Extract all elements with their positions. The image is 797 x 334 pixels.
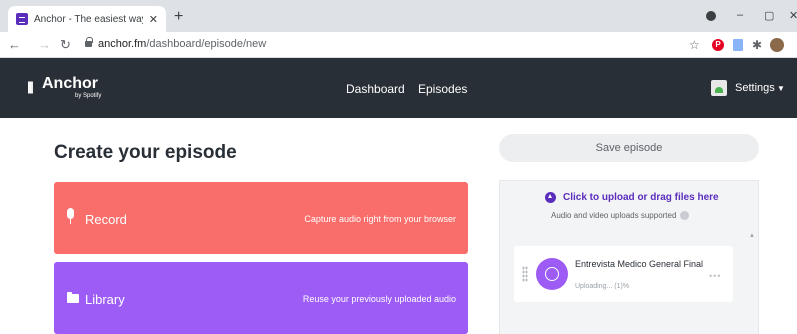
reload-icon[interactable]: ↻ — [60, 37, 71, 53]
library-description: Reuse your previously uploaded audio — [302, 294, 456, 304]
profile-icon[interactable] — [706, 11, 716, 21]
record-card[interactable]: Record Capture audio right from your bro… — [54, 182, 468, 254]
podcast-avatar[interactable] — [711, 80, 727, 96]
pinterest-icon[interactable]: P — [712, 39, 724, 51]
close-tab-icon[interactable]: ✕ — [149, 13, 158, 26]
upload-support-note: Audio and video uploads supported — [551, 211, 690, 220]
window-close-icon[interactable]: ✕ — [789, 9, 797, 22]
upload-link[interactable]: Click to upload or drag files here — [545, 192, 719, 203]
upload-item-status: Uploading... (1)% — [575, 283, 630, 290]
library-label: Library — [85, 292, 125, 307]
logo-byline: by Spotify — [75, 93, 102, 99]
more-options-icon[interactable]: ••• — [709, 271, 721, 281]
upload-arrow-icon — [545, 192, 556, 203]
extensions-icon[interactable]: ✱ — [752, 38, 762, 52]
nav-dashboard[interactable]: Dashboard — [346, 82, 405, 96]
record-description: Capture audio right from your browser — [304, 214, 456, 224]
minimize-icon[interactable]: – — [737, 9, 743, 21]
page-title: Create your episode — [54, 142, 237, 163]
microphone-icon — [67, 208, 75, 224]
upload-item-title: Entrevista Medico General Final — [575, 259, 704, 269]
lock-icon — [85, 37, 93, 47]
user-avatar-icon[interactable] — [770, 38, 784, 52]
upload-link-text: Click to upload or drag files here — [563, 192, 719, 203]
record-label: Record — [85, 212, 127, 227]
info-icon[interactable] — [680, 211, 690, 220]
tab-title: Anchor - The easiest way to mak — [34, 13, 143, 25]
drag-handle-icon[interactable] — [522, 266, 528, 282]
browser-tab-bar: Anchor - The easiest way to mak ✕ + – ▢ … — [0, 0, 797, 32]
url-host: anchor.fm — [98, 38, 147, 50]
browser-tab[interactable]: Anchor - The easiest way to mak ✕ — [8, 6, 166, 32]
address-bar: ← → ↻ anchor.fm/dashboard/episode/new ☆ … — [0, 32, 797, 58]
nav-episodes[interactable]: Episodes — [418, 82, 467, 96]
anchor-favicon-icon — [16, 13, 28, 25]
library-card[interactable]: Library Reuse your previously uploaded a… — [54, 262, 468, 334]
maximize-icon[interactable]: ▢ — [764, 9, 774, 22]
save-episode-button[interactable]: Save episode — [499, 134, 759, 162]
upload-support-text: Audio and video uploads supported — [551, 211, 677, 220]
upload-progress-icon — [536, 258, 568, 290]
caret-down-icon[interactable]: ▼ — [777, 84, 785, 93]
logo-name: Anchor — [42, 75, 98, 92]
url-path: /dashboard/episode/new — [146, 38, 267, 50]
settings-menu[interactable]: Settings — [735, 82, 775, 94]
anchor-wave-icon: ||| — [27, 79, 34, 94]
url-field[interactable]: anchor.fm/dashboard/episode/new — [98, 38, 266, 50]
new-tab-icon[interactable]: + — [174, 8, 183, 26]
bookmark-star-icon[interactable]: ☆ — [689, 38, 700, 52]
folder-icon — [67, 292, 79, 303]
forward-icon[interactable]: → — [38, 37, 51, 52]
scroll-up-arrow-icon[interactable]: ▲ — [749, 233, 755, 239]
docs-extension-icon[interactable] — [733, 39, 743, 51]
back-icon[interactable]: ← — [8, 37, 21, 52]
